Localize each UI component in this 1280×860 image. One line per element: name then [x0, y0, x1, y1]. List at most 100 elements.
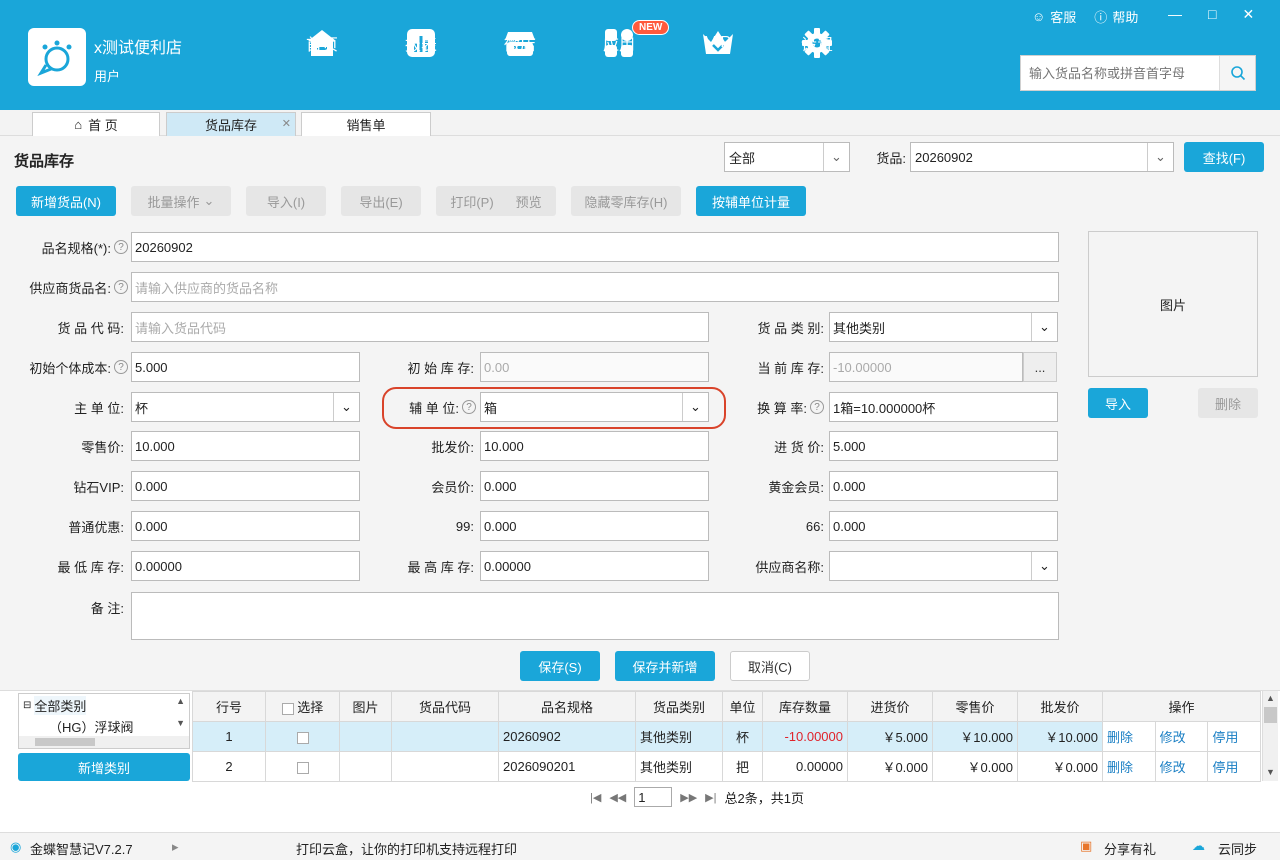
table-row[interactable]: 2 2026090201 其他类别 把 0.00000 ￥0.000 ￥0.00…	[192, 751, 1261, 782]
goods-search-input[interactable]	[1021, 56, 1219, 90]
category-select[interactable]: 其他类别 ⌄	[829, 312, 1058, 342]
select-all-checkbox[interactable]	[281, 702, 294, 715]
name-input[interactable]: 20260902	[131, 232, 1059, 262]
scroll-down-icon[interactable]: ▼	[1266, 767, 1275, 777]
goods-list-area: ⊟ 全部类别 （HG）浮球阀 ▲ ▼ 新增类别 行号 选择 图片 货品代码 品名…	[0, 690, 1280, 832]
tree-hscroll-thumb[interactable]	[35, 738, 95, 746]
aux-unit-button[interactable]: 按辅单位计量	[696, 186, 806, 216]
tree-child[interactable]: （HG）浮球阀	[19, 717, 189, 736]
gold-input[interactable]: 0.000	[829, 471, 1058, 501]
remark-label: 备 注:	[90, 600, 124, 616]
wholesale-input[interactable]: 10.000	[480, 431, 709, 461]
tree-root[interactable]: ⊟ 全部类别	[19, 694, 189, 717]
tree-scroll-down-icon[interactable]: ▼	[176, 718, 185, 728]
collapse-icon[interactable]: ⊟	[23, 700, 31, 711]
preview-button[interactable]: 预览	[516, 192, 542, 211]
tree-scroll-up-icon[interactable]: ▲	[176, 696, 185, 706]
help-icon[interactable]: ?	[114, 360, 128, 374]
table-row[interactable]: 1 20260902 其他类别 杯 -10.00000 ￥5.000 ￥10.0…	[192, 721, 1261, 752]
scroll-thumb[interactable]	[1264, 707, 1277, 723]
help-icon[interactable]: ?	[114, 280, 128, 294]
help-icon[interactable]: ?	[114, 240, 128, 254]
row-disable-link[interactable]: 停用	[1207, 751, 1261, 782]
photo-import-button[interactable]: 导入	[1088, 388, 1148, 418]
import-button[interactable]: 导入(I)	[246, 186, 326, 216]
row-checkbox[interactable]	[296, 731, 309, 744]
min-stock-input[interactable]: 0.00000	[131, 551, 360, 581]
retail-input[interactable]: 10.000	[131, 431, 360, 461]
add-category-button[interactable]: 新增类别	[18, 753, 190, 781]
nav-shop[interactable]: 微店	[485, 26, 555, 60]
export-button[interactable]: 导出(E)	[341, 186, 421, 216]
tab-sales[interactable]: 销售单	[301, 112, 431, 136]
row-checkbox[interactable]	[296, 761, 309, 774]
price-66-input[interactable]: 0.000	[829, 511, 1058, 541]
supplier-select[interactable]: ⌄	[829, 551, 1058, 581]
remark-input[interactable]	[131, 592, 1059, 640]
goods-filter-select[interactable]: 20260902 ⌄	[910, 142, 1174, 172]
init-stock-input[interactable]: 0.00	[480, 352, 709, 382]
normal-input[interactable]: 0.000	[131, 511, 360, 541]
share-link[interactable]: 分享有礼	[1104, 839, 1156, 858]
first-page-icon[interactable]: |◀	[590, 791, 601, 804]
main-unit-select[interactable]: 杯 ⌄	[131, 392, 360, 422]
last-page-icon[interactable]: ▶|	[705, 791, 716, 804]
page-input[interactable]: 1	[634, 787, 673, 807]
sync-link[interactable]: 云同步	[1218, 839, 1257, 858]
row-edit-link[interactable]: 修改	[1154, 721, 1209, 752]
find-button[interactable]: 查找(F)	[1184, 142, 1264, 172]
max-stock-input[interactable]: 0.00000	[480, 551, 709, 581]
rate-input[interactable]: 1箱=10.000000杯	[829, 392, 1058, 422]
photo-box[interactable]: 图片	[1088, 231, 1258, 377]
code-input[interactable]: 请输入货品代码	[131, 312, 709, 342]
service-link[interactable]: ☺ 客服	[1032, 7, 1076, 26]
table-vscroll[interactable]: ▲ ▼	[1262, 691, 1278, 781]
top-links: ☺ 客服 ⓘ 帮助	[1032, 7, 1138, 26]
logo-icon	[37, 40, 72, 77]
col-select[interactable]: 选择	[265, 691, 340, 722]
diamond-input[interactable]: 0.000	[131, 471, 360, 501]
purchase-input[interactable]: 5.000	[829, 431, 1058, 461]
nav-vip[interactable]: VIP	[683, 26, 753, 60]
row-disable-link[interactable]: 停用	[1207, 721, 1261, 752]
batch-button[interactable]: 批量操作 ⌄	[131, 186, 231, 216]
tab-inventory[interactable]: 货品库存 ✕	[166, 112, 296, 136]
scroll-up-icon[interactable]: ▲	[1266, 693, 1275, 703]
nav-home[interactable]: 首页	[287, 26, 357, 60]
supplier-goods-name-input[interactable]: 请输入供应商的货品名称	[131, 272, 1059, 302]
status-message[interactable]: 打印云盒，让你的打印机支持远程打印	[296, 839, 517, 858]
current-stock-more-button[interactable]: ...	[1023, 352, 1057, 382]
save-new-button[interactable]: 保存并新增	[615, 651, 715, 681]
row-select[interactable]	[265, 721, 340, 752]
row-delete-link[interactable]: 删除	[1102, 721, 1156, 752]
save-button[interactable]: 保存(S)	[520, 651, 600, 681]
maximize-icon[interactable]: □	[1208, 6, 1216, 23]
nav-settings[interactable]: 设置	[782, 26, 852, 60]
print-button[interactable]: 打印(P)	[450, 192, 493, 211]
price-99-input[interactable]: 0.000	[480, 511, 709, 541]
search-button[interactable]	[1219, 56, 1255, 90]
nav-report[interactable]: 报表	[386, 26, 456, 60]
gold-label: 黄金会员:	[768, 479, 824, 495]
photo-delete-button[interactable]: 删除	[1198, 388, 1258, 418]
cancel-button[interactable]: 取消(C)	[730, 651, 810, 681]
tab-home[interactable]: ⌂ 首 页	[32, 112, 160, 136]
scope-select[interactable]: 全部 ⌄	[724, 142, 850, 172]
row-delete-link[interactable]: 删除	[1102, 751, 1156, 782]
hide-zero-button[interactable]: 隐藏零库存(H)	[571, 186, 681, 216]
prev-page-icon[interactable]: ◀◀	[609, 791, 626, 804]
init-cost-input[interactable]: 5.000	[131, 352, 360, 382]
help-icon[interactable]: ?	[810, 400, 824, 414]
close-icon[interactable]: ✕	[1242, 6, 1254, 23]
row-select[interactable]	[265, 751, 340, 782]
shop-name: x测试便利店	[94, 40, 183, 57]
row-edit-link[interactable]: 修改	[1154, 751, 1209, 782]
member-input[interactable]: 0.000	[480, 471, 709, 501]
minimize-icon[interactable]: —	[1168, 6, 1182, 23]
help-link[interactable]: ⓘ 帮助	[1094, 7, 1138, 26]
add-goods-button[interactable]: 新增货品(N)	[16, 186, 116, 216]
tab-close-icon[interactable]: ✕	[282, 117, 291, 130]
tree-hscroll[interactable]	[19, 736, 189, 748]
nav-apps[interactable]: NEW 应用	[584, 20, 670, 60]
next-page-icon[interactable]: ▶▶	[680, 791, 697, 804]
